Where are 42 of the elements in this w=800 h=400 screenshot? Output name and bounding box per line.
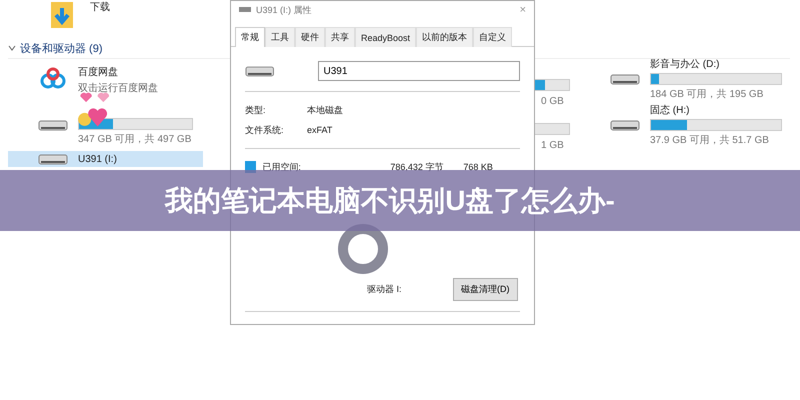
tab[interactable]: 以前的版本	[416, 27, 474, 47]
drive-icon	[245, 64, 274, 78]
drive-name: 影音与办公 (D:)	[650, 58, 720, 71]
drive-icon	[610, 118, 640, 132]
drive-item[interactable]: U391 (I:)	[8, 151, 203, 167]
drive-capacity: 0 GB	[541, 96, 564, 107]
space-bytes: 786,432 字节	[389, 160, 444, 174]
drive-capacity: 184 GB 可用，共 195 GB	[650, 88, 764, 101]
drive-label: 驱动器 I:	[367, 282, 403, 296]
field-label: 文件系统:	[245, 124, 285, 136]
tab[interactable]: 硬件	[295, 27, 325, 47]
dialog-title: U391 (I:) 属性	[256, 4, 312, 16]
banner-title: 我的笔记本电脑不识别U盘了怎么办-	[165, 184, 615, 218]
drive-capacity: 347 GB 可用，共 497 GB	[78, 132, 192, 146]
drive-name: U391 (I:)	[78, 154, 117, 164]
drive-name: 固态 (H:)	[650, 104, 690, 117]
drive-capacity: 1 GB	[541, 140, 564, 151]
tab[interactable]: 工具	[265, 27, 295, 47]
space-label: 已用空间:	[262, 160, 302, 174]
drive-icon	[38, 152, 68, 166]
item-name: 百度网盘	[78, 66, 119, 79]
chevron-icon[interactable]	[8, 44, 16, 52]
space-size: 768 KB	[462, 162, 494, 172]
disk-cleanup-button[interactable]: 磁盘清理(D)	[453, 278, 518, 300]
field-value: exFAT	[307, 125, 334, 135]
folder-name[interactable]: 下载	[90, 0, 110, 14]
drive-icon	[610, 72, 640, 86]
download-folder-icon	[50, 0, 76, 30]
tab[interactable]: ReadyBoost	[355, 27, 416, 47]
item-subtitle: 双击运行百度网盘	[78, 82, 158, 95]
drive-item[interactable]: 347 GB 可用，共 497 GB	[8, 101, 203, 149]
drive-icon	[239, 7, 251, 13]
drive-icon	[38, 118, 68, 132]
field-value: 本地磁盘	[307, 104, 344, 116]
name-field[interactable]: U391	[318, 61, 520, 81]
list-item[interactable]: 百度网盘 双击运行百度网盘	[8, 61, 203, 99]
field-label: 类型:	[245, 104, 267, 116]
section-title: 设备和驱动器 (9)	[20, 42, 102, 56]
drive-capacity: 37.9 GB 可用，共 51.7 GB	[650, 134, 770, 147]
tab[interactable]: 自定义	[473, 27, 512, 47]
tab[interactable]: 常规	[235, 27, 265, 47]
tab[interactable]: 共享	[325, 27, 355, 47]
